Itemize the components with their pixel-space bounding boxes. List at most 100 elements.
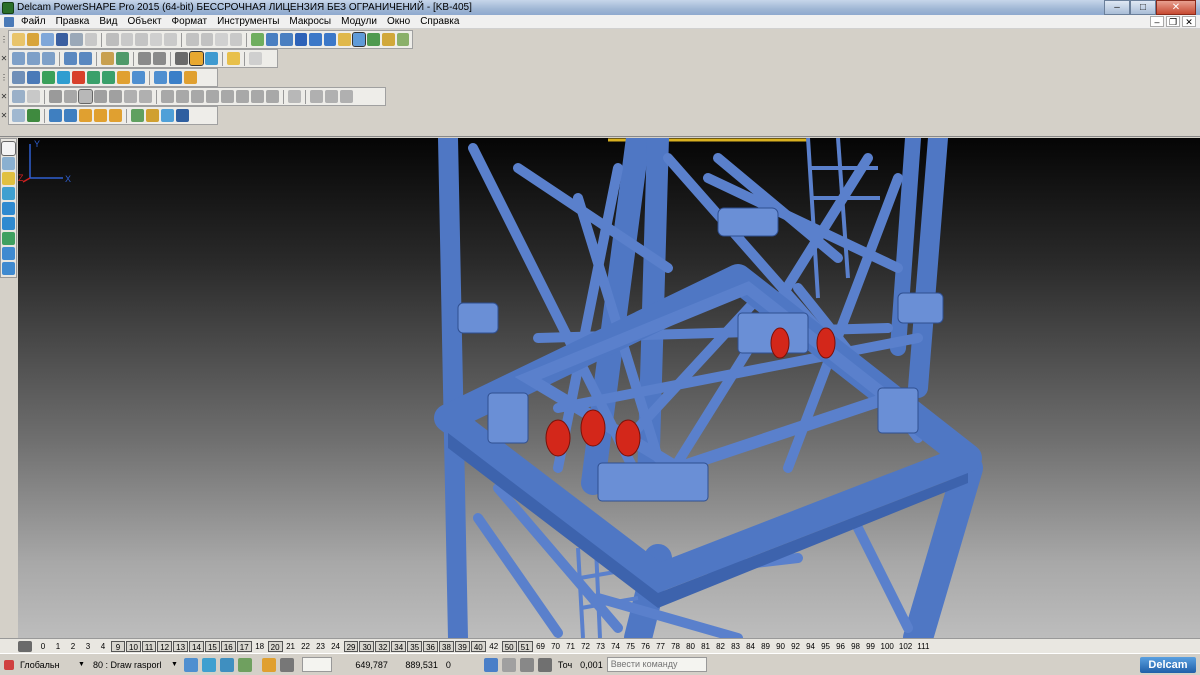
solid-block-icon[interactable] (12, 71, 25, 84)
save-icon[interactable] (55, 33, 69, 46)
layer-button[interactable]: 92 (789, 641, 803, 652)
offset-icon[interactable] (78, 89, 93, 104)
grid-icon[interactable] (279, 657, 294, 672)
import-icon[interactable] (41, 33, 54, 46)
layer-button[interactable]: 84 (744, 641, 758, 652)
layer-button[interactable]: 0 (36, 641, 50, 652)
edit-a-icon[interactable] (161, 90, 174, 103)
copy-view-icon[interactable] (149, 33, 163, 46)
doc-minimize-button[interactable]: – (1150, 16, 1164, 27)
layer-button[interactable]: 14 (189, 640, 204, 652)
layer-button[interactable]: 100 (879, 641, 896, 652)
line-icon[interactable] (265, 33, 279, 46)
layer-button[interactable]: 18 (253, 641, 267, 652)
paste-icon[interactable] (135, 33, 148, 46)
layer-button[interactable]: 20 (267, 640, 283, 652)
layer-button[interactable]: 90 (774, 641, 788, 652)
edit-d-icon[interactable] (206, 90, 219, 103)
select-color-icon[interactable] (161, 109, 174, 122)
move-icon[interactable] (12, 90, 25, 103)
layer-button[interactable]: 50 (501, 640, 517, 652)
layer-button[interactable]: 76 (639, 641, 653, 652)
layer-button[interactable]: 36 (423, 640, 438, 652)
maximize-button[interactable]: □ (1130, 0, 1156, 15)
select-points-icon[interactable] (109, 109, 122, 122)
edit-c-icon[interactable] (191, 90, 204, 103)
solid-spin-icon[interactable] (102, 71, 115, 84)
create-surfaces-icon[interactable] (2, 232, 15, 245)
layer-button[interactable]: 72 (579, 641, 593, 652)
copy-icon[interactable] (120, 33, 134, 46)
create-arcs-icon[interactable] (2, 202, 15, 215)
layer-select[interactable]: 80 : Draw rasporl (89, 660, 167, 670)
export-icon[interactable] (84, 33, 98, 46)
solid-boolean-icon[interactable] (117, 71, 130, 84)
layer-button[interactable]: 75 (624, 641, 638, 652)
workplane-select[interactable]: Глобальн (16, 660, 74, 670)
layers-icon[interactable] (18, 640, 32, 652)
solid-cut-icon[interactable] (184, 71, 197, 84)
layer-button[interactable]: 94 (804, 641, 818, 652)
edit-l-icon[interactable] (340, 90, 353, 103)
zoom-in-icon[interactable] (116, 52, 129, 65)
menu-modules[interactable]: Модули (336, 16, 382, 27)
layer-button[interactable]: 4 (96, 641, 110, 652)
repeat-icon[interactable] (229, 33, 243, 46)
toolbar-grip-icon[interactable]: ⋮ (0, 70, 8, 86)
layer-button[interactable]: 17 (236, 640, 252, 652)
select-arrow-icon[interactable] (1, 141, 16, 156)
layer-button[interactable]: 15 (204, 640, 220, 652)
select-solids-icon[interactable] (49, 109, 62, 122)
rotate-icon[interactable] (27, 90, 40, 103)
select-text-icon[interactable] (215, 33, 228, 46)
create-points-icon[interactable] (2, 172, 15, 185)
solid-sphere-icon[interactable] (57, 71, 70, 84)
layer-button[interactable]: 16 (220, 640, 236, 652)
edit-i-icon[interactable] (288, 90, 301, 103)
layer-button[interactable]: 98 (849, 641, 863, 652)
zoom-box-icon[interactable] (101, 52, 114, 65)
view-iso1-icon[interactable] (64, 52, 77, 65)
settings-icon[interactable] (519, 657, 534, 672)
layer-button[interactable]: 24 (329, 641, 343, 652)
3d-viewport[interactable]: Y X Z (18, 138, 1200, 638)
layer-button[interactable]: 99 (864, 641, 878, 652)
toolbar-grip-icon[interactable]: ⋮ (0, 32, 8, 48)
layer-button[interactable]: 102 (897, 641, 914, 652)
edit-e-icon[interactable] (221, 90, 234, 103)
layer-button[interactable]: 95 (819, 641, 833, 652)
view-front-icon[interactable] (12, 52, 25, 65)
solid-icon[interactable] (351, 32, 367, 47)
workplane-icon[interactable] (4, 659, 14, 670)
layer-button[interactable]: 32 (375, 640, 391, 652)
cube-show-icon[interactable] (237, 657, 252, 672)
view-top-icon[interactable] (27, 52, 40, 65)
select-features-icon[interactable] (79, 109, 92, 122)
layer-button[interactable]: 23 (314, 641, 328, 652)
measure-icon[interactable] (537, 657, 552, 672)
layer-button[interactable]: 83 (729, 641, 743, 652)
view-iso2-icon[interactable] (79, 52, 92, 65)
close-button[interactable]: ✕ (1156, 0, 1196, 15)
curve-icon[interactable] (309, 33, 322, 46)
edit-b-icon[interactable] (176, 90, 189, 103)
chevron-down-icon[interactable]: ▼ (74, 661, 89, 668)
layer-button[interactable]: 22 (299, 641, 313, 652)
electrode-icon[interactable] (367, 33, 381, 46)
menu-help[interactable]: Справка (415, 16, 464, 27)
calculator-icon[interactable] (501, 657, 516, 672)
zoom-fit-icon[interactable] (138, 52, 151, 65)
layer-button[interactable]: 39 (454, 640, 470, 652)
delete-icon[interactable] (164, 33, 177, 46)
layer-button[interactable]: 80 (684, 641, 698, 652)
document-icon[interactable] (4, 16, 14, 27)
arc-icon[interactable] (280, 33, 293, 46)
solid-chamfer-icon[interactable] (154, 71, 167, 84)
layer-button[interactable]: 77 (654, 641, 668, 652)
toolbar-close-icon[interactable]: ✕ (0, 51, 8, 67)
wrap-icon[interactable] (124, 90, 137, 103)
wireframe-view-icon[interactable] (175, 52, 188, 65)
toolbar-close-icon[interactable]: ✕ (0, 89, 8, 105)
chevron-down-icon[interactable]: ▼ (167, 661, 182, 668)
layer-button[interactable]: 34 (391, 640, 407, 652)
